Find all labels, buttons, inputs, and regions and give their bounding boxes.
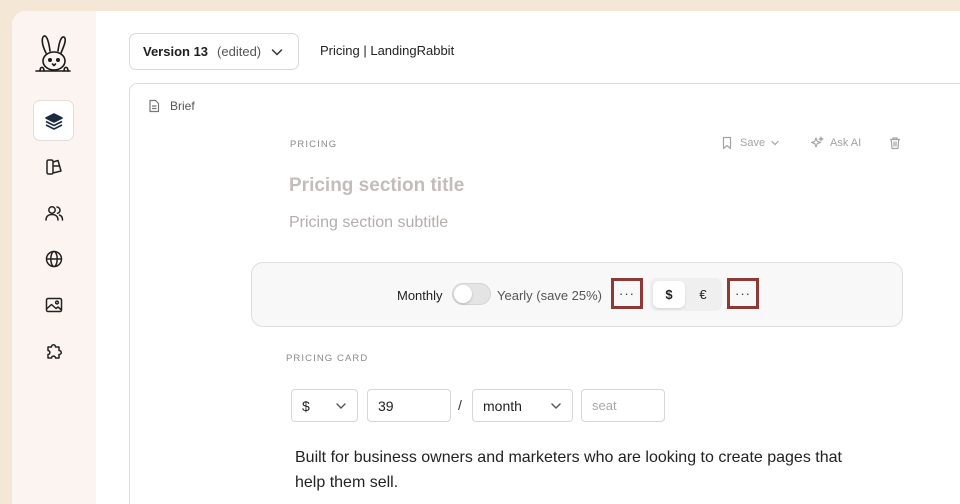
billing-period-select[interactable]: month: [472, 389, 573, 422]
sidebar-item-users[interactable]: [33, 192, 74, 233]
yearly-label: Yearly (save 25%): [497, 288, 603, 303]
bookmark-icon: [722, 136, 732, 150]
ask-ai-label: Ask AI: [830, 137, 862, 149]
rabbit-logo-icon[interactable]: [30, 33, 76, 79]
topbar: Version 13 (edited) Pricing | LandingRab…: [96, 11, 960, 83]
sidebar: [12, 11, 96, 504]
users-icon: [44, 205, 63, 221]
currency-option-eur[interactable]: €: [687, 281, 719, 308]
chevron-down-icon: [771, 140, 779, 146]
price-separator: /: [458, 397, 462, 413]
currency-more-button[interactable]: ···: [727, 278, 759, 309]
app-window: Version 13 (edited) Pricing | LandingRab…: [12, 11, 960, 504]
monthly-label: Monthly: [397, 288, 443, 303]
unit-input[interactable]: seat: [581, 389, 665, 422]
billing-more-button[interactable]: ···: [611, 278, 643, 309]
layers-icon: [44, 112, 63, 130]
version-name: Version 13: [143, 44, 209, 59]
chevron-down-icon: [271, 49, 283, 56]
sparkle-icon: [810, 136, 824, 148]
editor-panel: Brief PRICING Save Ask AI Pricing sectio…: [129, 83, 960, 504]
globe-icon: [45, 250, 62, 267]
currency-option-usd[interactable]: $: [653, 281, 685, 308]
version-status: (edited): [217, 44, 262, 59]
pricing-card-label: PRICING CARD: [286, 353, 369, 364]
chevron-down-icon: [336, 403, 346, 409]
brief-label: Brief: [170, 99, 195, 113]
billing-options-panel: Monthly Yearly (save 25%) ··· $ € ···: [251, 262, 903, 327]
sidebar-item-domains[interactable]: [33, 238, 74, 279]
sidebar-item-media[interactable]: [33, 284, 74, 325]
card-currency-value: $: [302, 397, 310, 414]
image-icon: [45, 297, 62, 312]
components-icon: [45, 158, 62, 175]
page-title: Pricing | LandingRabbit: [320, 43, 455, 58]
unit-placeholder: seat: [592, 398, 617, 413]
ask-ai-button[interactable]: Ask AI: [810, 136, 861, 150]
currency-switcher: $ €: [650, 278, 722, 311]
save-button[interactable]: Save: [720, 136, 780, 150]
delete-button[interactable]: [888, 136, 902, 150]
save-label: Save: [740, 137, 766, 149]
period-value: month: [483, 397, 522, 414]
card-description-input[interactable]: Built for business owners and marketers …: [295, 445, 855, 495]
pricing-subtitle-input[interactable]: Pricing section subtitle: [289, 214, 448, 232]
price-input[interactable]: 39: [367, 389, 451, 422]
card-currency-select[interactable]: $: [291, 389, 358, 422]
sidebar-item-components[interactable]: [33, 146, 74, 187]
section-label: PRICING: [290, 139, 338, 150]
trash-icon: [890, 137, 900, 150]
sidebar-item-layers[interactable]: [33, 100, 74, 141]
version-select[interactable]: Version 13 (edited): [129, 33, 299, 70]
billing-period-toggle[interactable]: [452, 283, 491, 305]
price-value: 39: [378, 397, 394, 414]
puzzle-icon: [46, 343, 62, 359]
sidebar-item-integrations[interactable]: [33, 330, 74, 371]
chevron-down-icon: [551, 403, 561, 409]
document-icon: [149, 99, 160, 113]
pricing-title-input[interactable]: Pricing section title: [289, 175, 464, 197]
brief-link[interactable]: Brief: [147, 99, 195, 113]
toggle-knob: [454, 285, 472, 303]
